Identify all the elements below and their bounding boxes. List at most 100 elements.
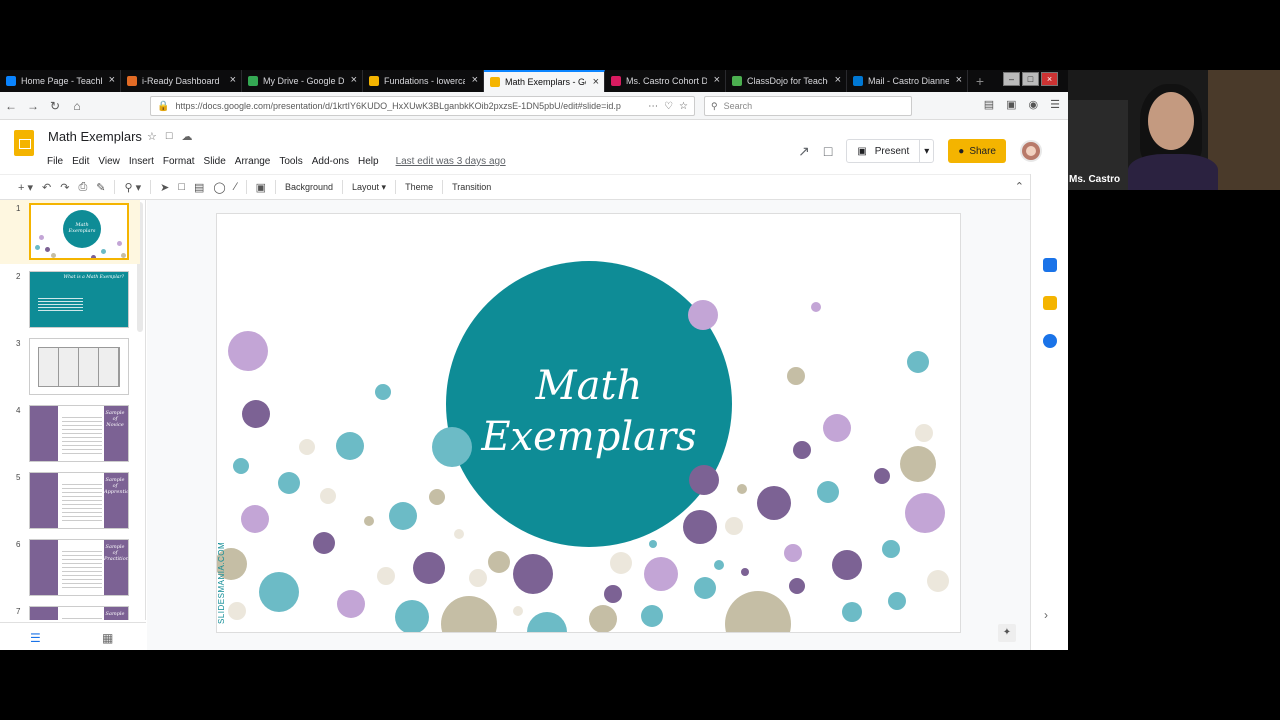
- document-title[interactable]: Math Exemplars: [48, 129, 142, 144]
- page-actions-icon[interactable]: ⋯: [648, 101, 658, 112]
- library-icon[interactable]: ▤: [984, 98, 994, 111]
- select-cursor-icon[interactable]: ➤: [160, 181, 169, 194]
- print-icon[interactable]: ⎙: [78, 181, 87, 194]
- image-icon[interactable]: ▤: [194, 181, 204, 194]
- browser-tab[interactable]: Math Exemplars - Google Slides ×: [484, 70, 605, 92]
- line-icon[interactable]: ∕: [235, 181, 237, 193]
- filmstrip-slide[interactable]: 6 Sample of Practitioner: [0, 536, 140, 600]
- new-slide-icon[interactable]: + ▾: [18, 181, 33, 194]
- close-tab-icon[interactable]: ×: [956, 74, 962, 86]
- cloud-status-icon[interactable]: ☁: [182, 130, 193, 143]
- minimize-icon[interactable]: –: [1003, 72, 1020, 86]
- home-icon[interactable]: ⌂: [66, 99, 88, 113]
- back-icon[interactable]: ←: [0, 99, 22, 113]
- avatar[interactable]: [1020, 140, 1042, 162]
- paint-format-icon[interactable]: ✎: [96, 181, 105, 194]
- url-text[interactable]: https://docs.google.com/presentation/d/1…: [175, 101, 642, 111]
- filmstrip-slide[interactable]: 4 Sample of Novice: [0, 402, 140, 466]
- chevron-down-icon[interactable]: ▾: [919, 140, 933, 162]
- slide-thumbnail: Math Exemplars: [29, 203, 129, 260]
- decor-dot: [789, 578, 805, 594]
- shape-icon[interactable]: ◯: [213, 181, 225, 194]
- reload-icon[interactable]: ↻: [44, 99, 66, 113]
- move-folder-icon[interactable]: □: [166, 130, 173, 143]
- tab-title: Fundations - lowercase: [384, 76, 465, 86]
- redo-icon[interactable]: ↷: [60, 181, 69, 194]
- current-slide[interactable]: Math Exemplars SLIDESMANIA.COM: [216, 213, 961, 633]
- filmstrip-slide[interactable]: 5 Sample of Apprentice: [0, 469, 140, 533]
- browser-tab[interactable]: My Drive - Google Drive ×: [242, 70, 363, 92]
- transition-button[interactable]: Transition: [452, 182, 491, 192]
- comments-icon[interactable]: □: [824, 143, 832, 159]
- browser-tab[interactable]: Ms. Castro Cohort D ×: [605, 70, 726, 92]
- slide-title-line1[interactable]: Math: [535, 363, 643, 409]
- grid-view-icon[interactable]: ▦: [102, 631, 113, 645]
- filmstrip-view-icon[interactable]: ☰: [30, 631, 41, 645]
- undo-icon[interactable]: ↶: [42, 181, 51, 194]
- search-bar[interactable]: ⚲ Search: [704, 96, 912, 116]
- last-edit-link[interactable]: Last edit was 3 days ago: [396, 156, 506, 167]
- tab-favicon-icon: [853, 76, 863, 86]
- close-tab-icon[interactable]: ×: [351, 74, 357, 86]
- menu-item-tools[interactable]: Tools: [279, 156, 302, 167]
- new-tab-button[interactable]: +: [968, 70, 992, 92]
- slide-thumbnail: Sample of Novice: [29, 405, 129, 462]
- menu-icon[interactable]: ☰: [1050, 98, 1060, 111]
- layout-button[interactable]: Layout ▾: [352, 182, 386, 193]
- thumb-title: Sample of Apprentice: [104, 477, 128, 495]
- filmstrip-slide[interactable]: 3: [0, 335, 140, 399]
- text-box-icon[interactable]: □: [178, 181, 185, 193]
- calendar-icon[interactable]: [1043, 258, 1057, 272]
- close-tab-icon[interactable]: ×: [109, 74, 115, 86]
- browser-tab[interactable]: Mail - Castro Dianne ×: [847, 70, 968, 92]
- collapse-toolbar-icon[interactable]: ⌃: [1015, 180, 1024, 193]
- bookmark-star-icon[interactable]: ☆: [679, 101, 688, 112]
- explore-icon[interactable]: ✦: [998, 624, 1016, 642]
- maximize-icon[interactable]: □: [1022, 72, 1039, 86]
- browser-tab[interactable]: Fundations - lowercase ×: [363, 70, 484, 92]
- chevron-right-icon[interactable]: ›: [1044, 608, 1048, 622]
- menu-item-add-ons[interactable]: Add-ons: [312, 156, 349, 167]
- tasks-icon[interactable]: [1043, 334, 1057, 348]
- pocket-icon[interactable]: ♡: [664, 101, 673, 112]
- menu-item-slide[interactable]: Slide: [204, 156, 226, 167]
- menu-item-help[interactable]: Help: [358, 156, 379, 167]
- close-tab-icon[interactable]: ×: [472, 74, 478, 86]
- browser-tab[interactable]: Home Page - TeachHub ×: [0, 70, 121, 92]
- menu-item-view[interactable]: View: [98, 156, 120, 167]
- slides-logo-icon[interactable]: [14, 130, 34, 156]
- decor-dot: [389, 502, 417, 530]
- activity-dashboard-icon[interactable]: ↗: [798, 143, 810, 160]
- close-tab-icon[interactable]: ×: [593, 76, 599, 88]
- browser-tab[interactable]: i-Ready Dashboard ×: [121, 70, 242, 92]
- filmstrip-slide[interactable]: 7 Sample: [0, 603, 140, 620]
- present-button[interactable]: ▣ Present ▾: [846, 139, 935, 163]
- share-button[interactable]: ● Share: [948, 139, 1006, 163]
- close-tab-icon[interactable]: ×: [835, 74, 841, 86]
- thumb-dot: [45, 247, 50, 252]
- thumb-side-panel: [30, 540, 58, 595]
- close-tab-icon[interactable]: ×: [714, 74, 720, 86]
- forward-icon[interactable]: →: [22, 99, 44, 113]
- menu-item-edit[interactable]: Edit: [72, 156, 89, 167]
- comment-add-icon[interactable]: ▣: [256, 181, 266, 194]
- slide-title-line2[interactable]: Exemplars: [480, 414, 696, 460]
- keep-icon[interactable]: [1043, 296, 1057, 310]
- menu-item-file[interactable]: File: [47, 156, 63, 167]
- slide-number: 4: [16, 406, 21, 415]
- close-window-icon[interactable]: ×: [1041, 72, 1058, 86]
- url-bar[interactable]: 🔒 https://docs.google.com/presentation/d…: [150, 96, 695, 116]
- filmstrip-slide[interactable]: 2 What is a Math Exemplar?: [0, 268, 140, 332]
- menu-item-format[interactable]: Format: [163, 156, 195, 167]
- theme-button[interactable]: Theme: [405, 182, 433, 192]
- filmstrip-slide[interactable]: 1 Math Exemplars: [0, 200, 140, 264]
- menu-item-arrange[interactable]: Arrange: [235, 156, 271, 167]
- menu-item-insert[interactable]: Insert: [129, 156, 154, 167]
- browser-tab[interactable]: ClassDojo for Teachers ×: [726, 70, 847, 92]
- account-icon[interactable]: ◉: [1029, 98, 1039, 111]
- sidebar-icon[interactable]: ▣: [1006, 98, 1016, 111]
- close-tab-icon[interactable]: ×: [230, 74, 236, 86]
- background-button[interactable]: Background: [285, 182, 333, 192]
- star-icon[interactable]: ☆: [147, 130, 157, 143]
- zoom-icon[interactable]: ⚲ ▾: [124, 181, 141, 194]
